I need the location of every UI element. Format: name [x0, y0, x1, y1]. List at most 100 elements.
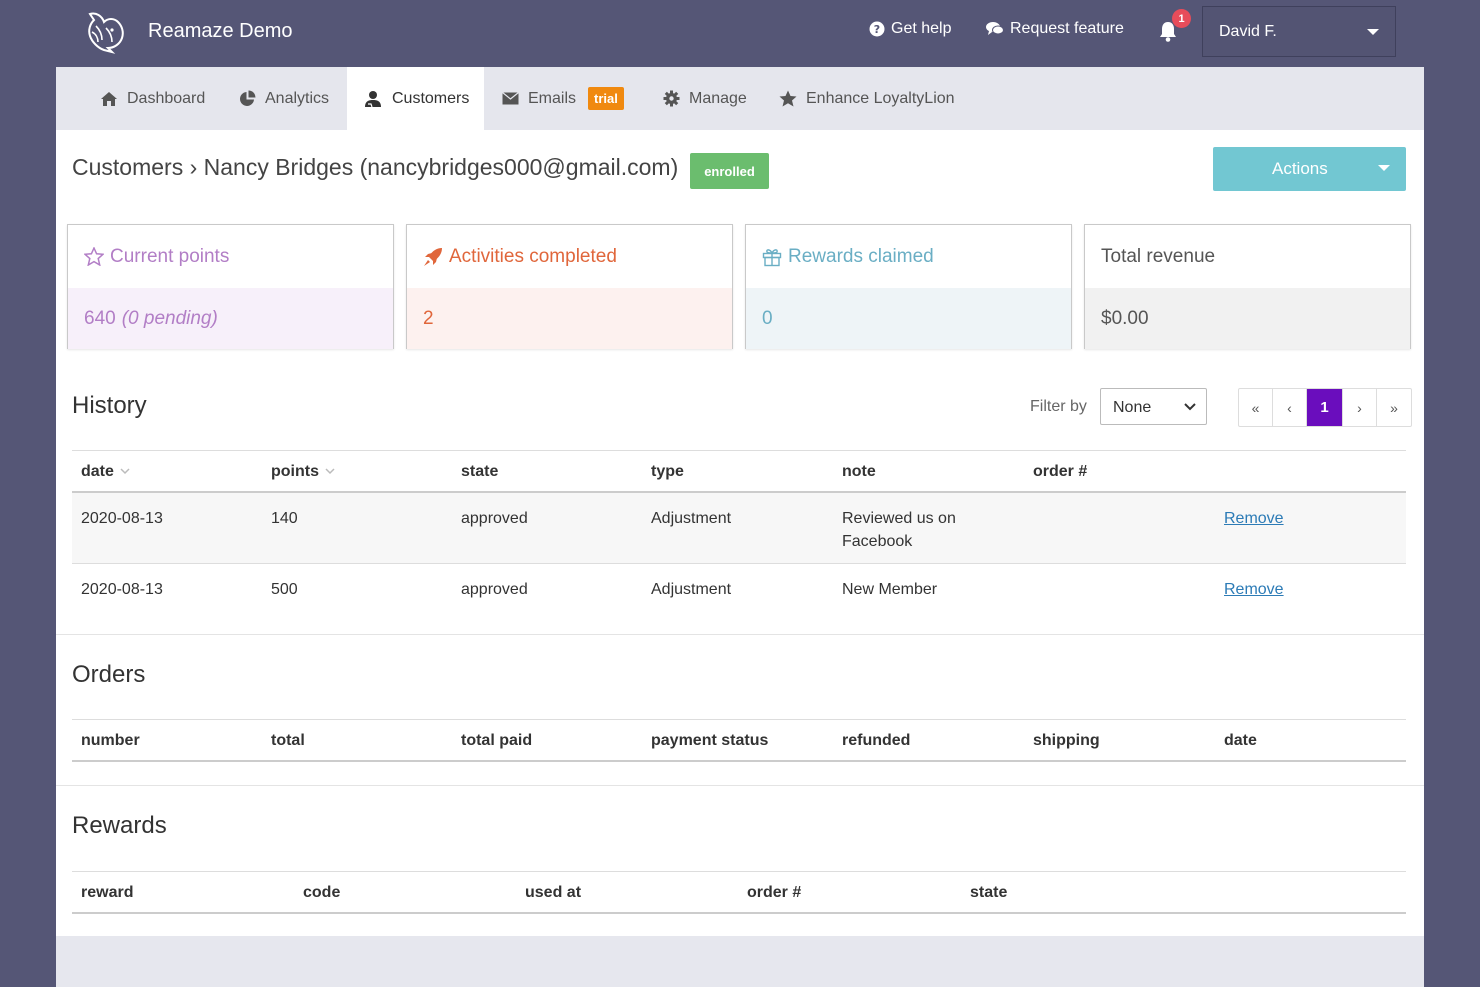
- table-row: 2020-08-13 140 approved Adjustment Revie…: [72, 493, 1406, 564]
- tab-label: Analytics: [265, 89, 330, 107]
- tab-label: Dashboard: [127, 89, 206, 107]
- activities-completed-card: Activities completed 2: [406, 224, 733, 349]
- column-header-state: state: [970, 884, 1008, 901]
- orders-table-header: number total total paid payment status r…: [72, 719, 1406, 762]
- notification-badge: 1: [1172, 9, 1191, 28]
- chevron-down-icon: [1184, 403, 1196, 411]
- prev-page-button[interactable]: ‹: [1273, 389, 1307, 426]
- request-feature-label: Request feature: [1010, 20, 1124, 37]
- star-outline-icon: [84, 247, 104, 266]
- column-header-reward: reward: [81, 884, 134, 901]
- caret-down-icon: [1378, 165, 1390, 171]
- rewards-table-header: reward code used at order # state: [72, 871, 1406, 914]
- top-bar: Reamaze Demo ? Get help Request feature …: [0, 0, 1480, 67]
- cell-points: 500: [271, 581, 298, 598]
- column-header-refunded: refunded: [842, 732, 911, 749]
- trial-badge: trial: [588, 87, 624, 110]
- next-page-button[interactable]: ›: [1343, 389, 1377, 426]
- history-table: date points state type note order # 2020…: [72, 450, 1406, 634]
- brand-name: Reamaze Demo: [148, 19, 293, 42]
- pending-points: (0 pending): [121, 307, 218, 329]
- brand[interactable]: Reamaze Demo: [82, 8, 293, 54]
- last-page-button[interactable]: »: [1377, 389, 1411, 426]
- column-header-order: order #: [747, 884, 802, 901]
- current-points-label: Current points: [110, 245, 230, 267]
- page-title: Customers › Nancy Bridges (nancybridges0…: [72, 154, 679, 180]
- tab-manage[interactable]: Manage: [663, 67, 747, 130]
- sort-caret-icon: [120, 468, 130, 475]
- envelope-icon: [502, 92, 519, 105]
- lion-logo-icon: [88, 12, 124, 54]
- first-page-button[interactable]: «: [1239, 389, 1273, 426]
- cell-points: 140: [271, 510, 298, 527]
- home-icon: [101, 91, 117, 106]
- cell-note-line1: Reviewed us on: [842, 510, 956, 527]
- pie-chart-icon: [240, 90, 256, 106]
- svg-text:?: ?: [874, 23, 880, 36]
- gear-icon: [663, 90, 680, 107]
- column-header-points[interactable]: points: [271, 463, 335, 481]
- rocket-icon: [424, 247, 442, 266]
- table-row: 2020-08-13 500 approved Adjustment New M…: [72, 564, 1406, 634]
- comments-icon: [986, 22, 1004, 35]
- request-feature-link[interactable]: Request feature: [986, 20, 1124, 38]
- remove-link[interactable]: Remove: [1224, 578, 1284, 601]
- rewards-table: reward code used at order # state: [72, 871, 1406, 914]
- tab-emails[interactable]: Emails trial: [502, 67, 624, 130]
- main-panel: Dashboard Analytics Customers Emails tri…: [56, 67, 1424, 987]
- actions-dropdown-button[interactable]: Actions: [1213, 147, 1406, 191]
- get-help-link[interactable]: ? Get help: [869, 20, 951, 38]
- filter-select[interactable]: None: [1100, 388, 1207, 425]
- pagination: « ‹ 1 › »: [1238, 388, 1412, 427]
- tab-analytics[interactable]: Analytics: [239, 67, 329, 130]
- user-menu-dropdown[interactable]: David F.: [1202, 6, 1396, 57]
- filter-label: Filter by: [1030, 398, 1087, 415]
- footer-band: [56, 936, 1424, 987]
- user-icon: [365, 90, 381, 107]
- caret-down-icon: [1367, 29, 1379, 35]
- column-label: date: [81, 463, 114, 480]
- user-name: David F.: [1219, 23, 1277, 40]
- rewards-title: Rewards: [72, 812, 167, 839]
- column-header-shipping: shipping: [1033, 732, 1100, 749]
- filter-selected-value: None: [1113, 399, 1152, 416]
- rewards-claimed-value: 0: [762, 307, 773, 329]
- cell-type: Adjustment: [651, 510, 732, 527]
- actions-label: Actions: [1272, 159, 1328, 178]
- column-header-number: number: [81, 732, 140, 749]
- rewards-claimed-label: Rewards claimed: [788, 245, 934, 267]
- column-header-total-paid: total paid: [461, 732, 533, 749]
- column-header-note: note: [842, 463, 876, 480]
- column-header-payment-status: payment status: [651, 732, 769, 749]
- gift-icon: [762, 248, 782, 266]
- tab-bar: Dashboard Analytics Customers Emails tri…: [56, 67, 1424, 130]
- column-header-used-at: used at: [525, 884, 582, 901]
- column-header-type: type: [651, 463, 684, 480]
- tab-dashboard[interactable]: Dashboard: [100, 67, 205, 130]
- cell-date: 2020-08-13: [81, 510, 163, 527]
- total-revenue-card: Total revenue $0.00: [1084, 224, 1411, 349]
- sort-caret-icon: [325, 468, 335, 475]
- enrolled-status-badge: enrolled: [690, 153, 769, 189]
- remove-link[interactable]: Remove: [1224, 507, 1284, 530]
- tab-label: Enhance LoyaltyLion: [806, 89, 955, 107]
- current-page-button[interactable]: 1: [1307, 389, 1343, 426]
- tab-enhance-loyaltylion[interactable]: Enhance LoyaltyLion: [779, 67, 955, 130]
- column-header-date[interactable]: date: [81, 463, 130, 481]
- column-header-code: code: [303, 884, 341, 901]
- tab-label: Manage: [689, 89, 747, 107]
- star-icon: [779, 90, 797, 107]
- column-label: points: [271, 463, 319, 480]
- activities-completed-label: Activities completed: [449, 245, 617, 267]
- current-points-card: Current points 640 (0 pending): [67, 224, 394, 349]
- column-header-date: date: [1224, 732, 1257, 749]
- history-table-header: date points state type note order #: [72, 450, 1406, 493]
- tab-customers[interactable]: Customers: [347, 67, 484, 130]
- cell-note-line2: Facebook: [842, 533, 913, 550]
- column-header-total: total: [271, 732, 305, 749]
- cell-state: approved: [461, 581, 528, 598]
- orders-title: Orders: [72, 661, 146, 688]
- rewards-claimed-card: Rewards claimed 0: [745, 224, 1072, 349]
- cell-date: 2020-08-13: [81, 581, 163, 598]
- get-help-label: Get help: [891, 20, 952, 37]
